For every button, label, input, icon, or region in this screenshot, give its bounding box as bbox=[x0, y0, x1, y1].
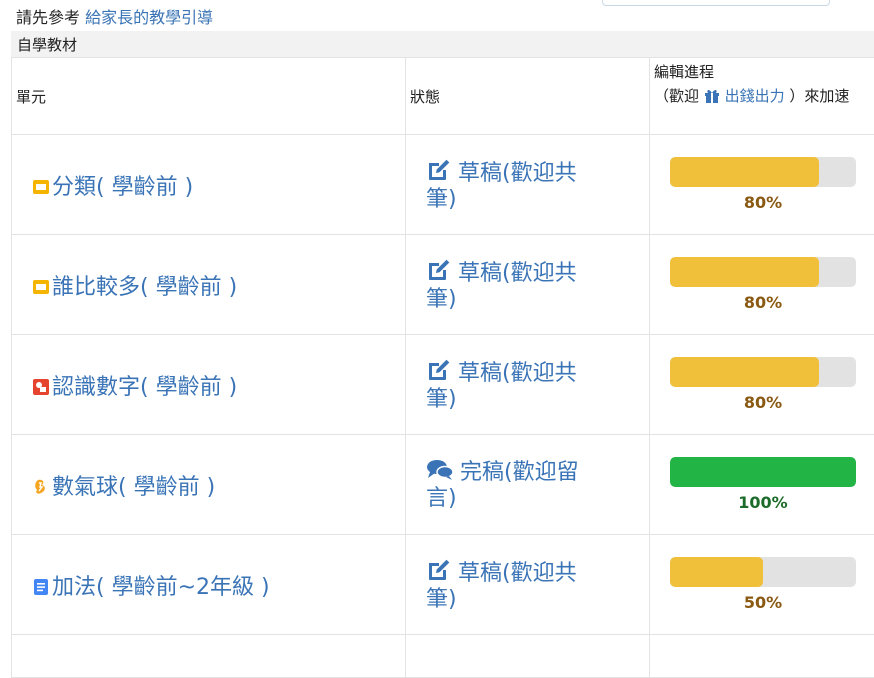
donate-label: 出錢出力 bbox=[725, 87, 785, 105]
unit-link[interactable]: 數氣球( 學齡前 ) bbox=[32, 475, 215, 500]
status-link[interactable]: 草稿(歡迎共筆) bbox=[426, 258, 606, 312]
progress-cell: 80% bbox=[650, 235, 874, 335]
status-link[interactable]: 草稿(歡迎共筆) bbox=[426, 158, 606, 212]
unit-link[interactable]: 認識數字( 學齡前 ) bbox=[32, 375, 237, 400]
comments-icon bbox=[426, 459, 454, 487]
progress-cell: 50% bbox=[650, 535, 874, 635]
status-cell: 草稿(歡迎共筆) bbox=[406, 135, 650, 235]
search-input[interactable] bbox=[602, 0, 830, 6]
progress-bar bbox=[670, 257, 856, 287]
unit-link[interactable]: 誰比較多( 學齡前 ) bbox=[32, 275, 237, 300]
status-cell: 草稿(歡迎共筆) bbox=[406, 535, 650, 635]
status-cell: 草稿(歡迎共筆) bbox=[406, 235, 650, 335]
document-icon bbox=[32, 577, 50, 595]
slides-icon bbox=[32, 277, 50, 295]
header-edit-progress: 編輯進程 （歡迎 出錢出力 ）來加速 bbox=[650, 58, 874, 135]
status-link[interactable]: 草稿(歡迎共筆) bbox=[426, 358, 606, 412]
status-cell: 完稿(歡迎留言) bbox=[406, 435, 650, 535]
progress-bar bbox=[670, 157, 856, 187]
unit-title: 誰比較多( 學齡前 ) bbox=[52, 275, 237, 300]
unit-cell: 數氣球( 學齡前 ) bbox=[12, 435, 406, 535]
unit-link[interactable]: 加法( 學齡前~2年級 ) bbox=[32, 575, 270, 600]
header-edit-close: ）來加速 bbox=[789, 87, 849, 105]
status-link[interactable]: 完稿(歡迎留言) bbox=[426, 459, 606, 511]
edit-icon bbox=[426, 558, 452, 588]
header-status: 狀態 bbox=[406, 58, 650, 135]
unit-title: 加法( 學齡前~2年級 ) bbox=[52, 575, 270, 600]
unit-cell: 加法( 學齡前~2年級 ) bbox=[12, 535, 406, 635]
status-cell bbox=[406, 635, 650, 678]
jamboard-icon bbox=[32, 377, 50, 395]
unit-cell: 誰比較多( 學齡前 ) bbox=[12, 235, 406, 335]
scratch-icon bbox=[32, 477, 50, 495]
guide-line: 請先參考 給家長的教學引導 bbox=[16, 8, 213, 28]
table-row: 數氣球( 學齡前 ) 完稿(歡迎留言) 100% bbox=[12, 435, 874, 535]
table-header-row: 單元 狀態 編輯進程 （歡迎 出錢出力 ）來加速 bbox=[12, 58, 874, 135]
table-row: 加法( 學齡前~2年級 ) 草稿(歡迎共筆) 50% bbox=[12, 535, 874, 635]
status-cell: 草稿(歡迎共筆) bbox=[406, 335, 650, 435]
table-row: 認識數字( 學齡前 ) 草稿(歡迎共筆) 80% bbox=[12, 335, 874, 435]
progress-fill bbox=[670, 157, 819, 187]
table-row: 誰比較多( 學齡前 ) 草稿(歡迎共筆) 80% bbox=[12, 235, 874, 335]
edit-icon bbox=[426, 158, 452, 188]
progress-label: 80% bbox=[670, 193, 856, 212]
unit-title: 分類( 學齡前 ) bbox=[52, 175, 193, 200]
table-row-partial bbox=[12, 635, 874, 678]
unit-cell: 分類( 學齡前 ) bbox=[12, 135, 406, 235]
gift-icon bbox=[704, 86, 720, 110]
guide-prefix: 請先參考 bbox=[16, 8, 80, 27]
edit-icon bbox=[426, 258, 452, 288]
progress-bar bbox=[670, 457, 856, 487]
edit-icon bbox=[426, 358, 452, 388]
progress-label: 80% bbox=[670, 393, 856, 412]
unit-cell bbox=[12, 635, 406, 678]
progress-label: 50% bbox=[670, 593, 856, 612]
unit-cell: 認識數字( 學齡前 ) bbox=[12, 335, 406, 435]
progress-cell bbox=[650, 635, 874, 678]
progress-cell: 100% bbox=[650, 435, 874, 535]
progress-bar bbox=[670, 557, 856, 587]
materials-table-wrap: 自學教材 單元 狀態 編輯進程 （歡迎 bbox=[11, 31, 874, 678]
progress-fill bbox=[670, 357, 819, 387]
progress-fill bbox=[670, 457, 856, 487]
progress-cell: 80% bbox=[650, 135, 874, 235]
header-edit-open: （歡迎 bbox=[654, 87, 699, 105]
status-link[interactable]: 草稿(歡迎共筆) bbox=[426, 558, 606, 612]
progress-label: 80% bbox=[670, 293, 856, 312]
header-edit-title: 編輯進程 bbox=[654, 63, 714, 81]
table-row: 分類( 學齡前 ) 草稿(歡迎共筆) 80% bbox=[12, 135, 874, 235]
progress-bar bbox=[670, 357, 856, 387]
progress-cell: 80% bbox=[650, 335, 874, 435]
unit-title: 認識數字( 學齡前 ) bbox=[52, 375, 237, 400]
header-unit: 單元 bbox=[12, 58, 406, 135]
progress-fill bbox=[670, 557, 763, 587]
donate-link[interactable]: 出錢出力 bbox=[704, 87, 790, 105]
unit-link[interactable]: 分類( 學齡前 ) bbox=[32, 175, 193, 200]
parent-guide-link[interactable]: 給家長的教學引導 bbox=[85, 8, 213, 27]
unit-title: 數氣球( 學齡前 ) bbox=[52, 475, 215, 500]
progress-label: 100% bbox=[670, 493, 856, 512]
slides-icon bbox=[32, 177, 50, 195]
table-caption: 自學教材 bbox=[11, 31, 874, 57]
progress-fill bbox=[670, 257, 819, 287]
materials-table: 單元 狀態 編輯進程 （歡迎 出錢出力 ）來加速 bbox=[11, 57, 874, 678]
